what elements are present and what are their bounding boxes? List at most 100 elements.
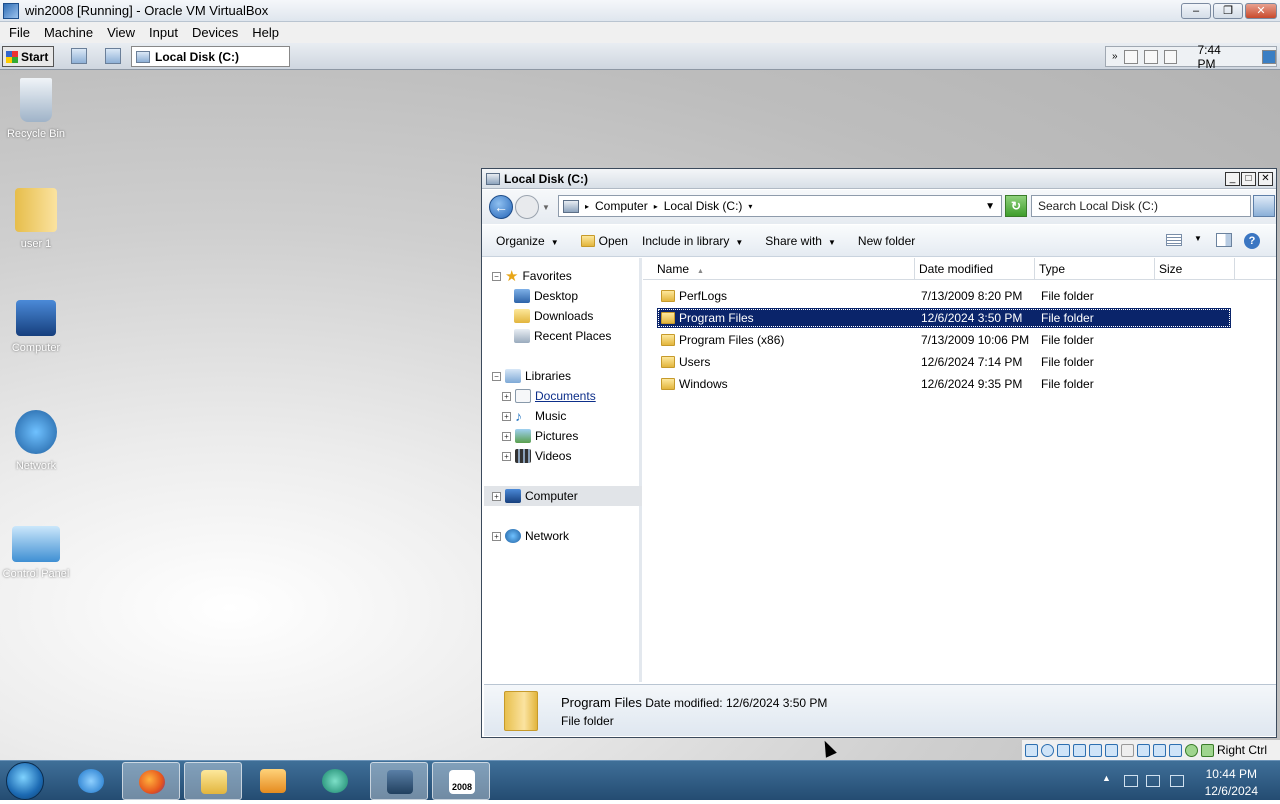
clock[interactable]: 10:44 PM 12/6/2024 [1205, 766, 1258, 800]
column-type[interactable]: Type [1035, 258, 1155, 279]
minimize-button[interactable]: _ [1225, 172, 1240, 186]
server-manager-icon[interactable] [71, 48, 87, 64]
back-button[interactable]: ← [489, 195, 513, 219]
expand-icon[interactable]: + [502, 451, 511, 461]
shared-folders-icon[interactable] [1105, 743, 1118, 757]
menu-file[interactable]: File [2, 25, 37, 40]
host-close-button[interactable]: ✕ [1245, 3, 1277, 19]
menu-input[interactable]: Input [142, 25, 185, 40]
menu-view[interactable]: View [100, 25, 142, 40]
virtualization-icon[interactable] [1169, 743, 1182, 757]
desktop-icon-control-panel[interactable]: Control Panel [0, 526, 72, 580]
view-dropdown-icon[interactable]: ▼ [1194, 234, 1202, 243]
hard-disk-icon[interactable] [1025, 743, 1038, 757]
maximize-button[interactable]: □ [1241, 172, 1256, 186]
taskbar-explorer[interactable] [184, 762, 242, 800]
mouse-integration-icon[interactable] [1185, 743, 1198, 757]
desktop-icon-recycle-bin[interactable]: Recycle Bin [0, 78, 72, 140]
desktop-icon-network[interactable]: Network [0, 410, 72, 472]
table-row[interactable]: PerfLogs 7/13/2009 8:20 PM File folder [657, 286, 1231, 306]
collapse-icon[interactable]: − [492, 271, 501, 281]
menu-machine[interactable]: Machine [37, 25, 100, 40]
collapse-icon[interactable]: − [492, 371, 501, 381]
open-button[interactable]: Open [580, 234, 628, 248]
keyboard-capture-icon[interactable] [1201, 743, 1214, 757]
nav-videos[interactable]: + Videos [502, 446, 571, 466]
volume-muted-icon[interactable] [1163, 49, 1178, 64]
search-icon[interactable] [1253, 195, 1275, 217]
table-row[interactable]: Windows 12/6/2024 9:35 PM File folder [657, 374, 1231, 394]
column-size[interactable]: Size [1155, 258, 1235, 279]
action-center-flag-icon[interactable] [1146, 775, 1160, 787]
table-row[interactable]: Program Files (x86) 7/13/2009 10:06 PM F… [657, 330, 1231, 350]
nav-pictures[interactable]: + Pictures [502, 426, 578, 446]
optical-drive-icon[interactable] [1041, 743, 1054, 757]
taskbar-virtualbox[interactable] [370, 762, 428, 800]
help-icon[interactable]: ? [1244, 233, 1260, 249]
close-button[interactable]: ✕ [1258, 172, 1273, 186]
network-tray-icon[interactable] [1143, 49, 1158, 64]
table-row[interactable]: Users 12/6/2024 7:14 PM File folder [657, 352, 1231, 372]
nav-documents[interactable]: + Documents [502, 386, 596, 406]
cpu-icon[interactable] [1153, 743, 1166, 757]
desktop-icon-computer[interactable]: Computer [0, 300, 72, 354]
guest-clock[interactable]: 7:44 PM [1197, 43, 1242, 71]
expand-icon[interactable]: + [502, 431, 511, 441]
share-with-button[interactable]: Share with ▼ [765, 234, 836, 248]
breadcrumb-local-disk[interactable]: Local Disk (C:) [664, 199, 743, 213]
history-dropdown-icon[interactable]: ▼ [542, 203, 550, 212]
network-tray-icon[interactable] [1124, 775, 1138, 787]
nav-libraries[interactable]: − Libraries [492, 366, 571, 386]
nav-favorites[interactable]: − ★ Favorites [492, 266, 572, 286]
audio-icon[interactable] [1057, 743, 1070, 757]
nav-music[interactable]: + ♪ Music [502, 406, 566, 426]
host-minimize-button[interactable]: – [1181, 3, 1211, 19]
start-orb[interactable] [6, 762, 44, 800]
new-folder-button[interactable]: New folder [858, 234, 915, 248]
nav-network[interactable]: + Network [492, 526, 569, 546]
taskbar-app-green[interactable] [306, 762, 364, 800]
network-adapter-icon[interactable] [1073, 743, 1086, 757]
taskbar-media-player[interactable] [244, 762, 302, 800]
expand-icon[interactable]: + [492, 531, 501, 541]
forward-button[interactable] [515, 195, 539, 219]
task-local-disk[interactable]: Local Disk (C:) [131, 46, 290, 67]
search-input[interactable]: Search Local Disk (C:) [1031, 195, 1251, 217]
recording-icon[interactable] [1137, 743, 1150, 757]
display-icon[interactable] [1121, 743, 1134, 757]
tray-expand-icon[interactable]: ▲ [1102, 773, 1111, 783]
expand-icon[interactable]: + [502, 411, 511, 421]
refresh-button[interactable]: ↻ [1005, 195, 1027, 217]
flag-icon[interactable] [1123, 49, 1138, 64]
nav-downloads[interactable]: Downloads [514, 306, 593, 326]
organize-button[interactable]: Organize ▼ [496, 234, 559, 248]
volume-muted-icon[interactable] [1170, 775, 1184, 787]
usb-icon[interactable] [1089, 743, 1102, 757]
change-view-icon[interactable] [1166, 234, 1182, 246]
tray-expand-icon[interactable]: » [1112, 51, 1118, 62]
start-button[interactable]: Start [2, 46, 54, 67]
desktop-icon-user1[interactable]: user 1 [0, 188, 72, 250]
show-desktop-icon[interactable] [1262, 49, 1277, 64]
details-date-label: Date modified: [645, 696, 723, 710]
taskbar-win2008-vm[interactable]: 2008 [432, 762, 490, 800]
expand-icon[interactable]: + [492, 491, 501, 501]
nav-desktop[interactable]: Desktop [514, 286, 578, 306]
preview-pane-icon[interactable] [1216, 233, 1232, 247]
column-name[interactable]: Name ▲ [643, 258, 915, 279]
host-restore-button[interactable]: ❐ [1213, 3, 1243, 19]
powershell-icon[interactable] [105, 48, 121, 64]
address-bar[interactable]: ▸ Computer ▸ Local Disk (C:) ▾ ▼ [558, 195, 1002, 217]
nav-recent-places[interactable]: Recent Places [514, 326, 611, 346]
expand-icon[interactable]: + [502, 391, 511, 401]
include-in-library-button[interactable]: Include in library ▼ [642, 234, 743, 248]
taskbar-ie[interactable] [62, 762, 120, 800]
address-dropdown-icon[interactable]: ▼ [985, 201, 995, 212]
nav-computer[interactable]: + Computer [484, 486, 642, 506]
column-date-modified[interactable]: Date modified [915, 258, 1035, 279]
menu-devices[interactable]: Devices [185, 25, 245, 40]
breadcrumb-computer[interactable]: Computer [595, 199, 648, 213]
table-row-selected[interactable]: Program Files 12/6/2024 3:50 PM File fol… [657, 308, 1231, 328]
taskbar-firefox[interactable] [122, 762, 180, 800]
menu-help[interactable]: Help [245, 25, 286, 40]
